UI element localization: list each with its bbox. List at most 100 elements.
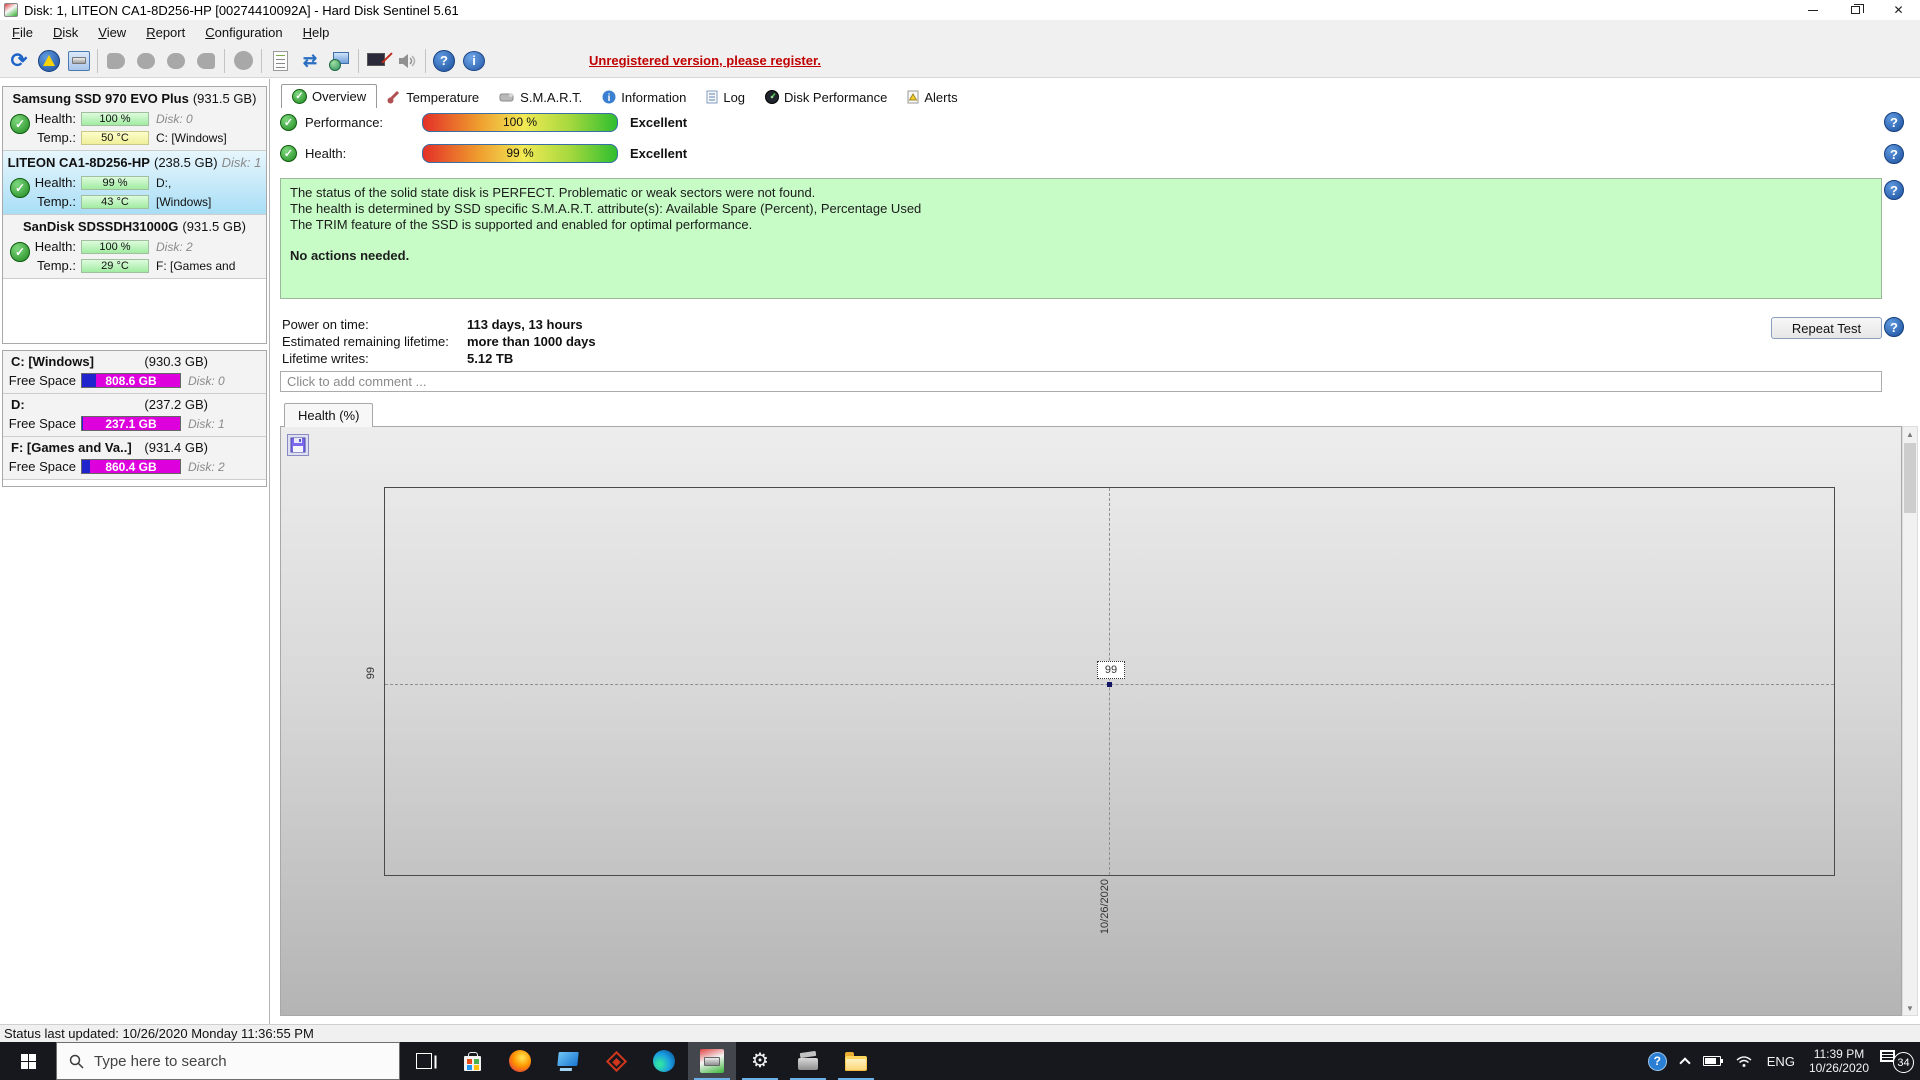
clock-tray-button[interactable]: 11:39 PM 10/26/2020 bbox=[1802, 1042, 1876, 1080]
refresh-icon: ⟳ bbox=[10, 49, 28, 72]
save-icon bbox=[290, 437, 306, 453]
health-bar: 99 % bbox=[81, 175, 149, 190]
settings-button[interactable] bbox=[362, 47, 393, 75]
disk-entry-sandisk[interactable]: SanDisk SDSSDH31000G (931.5 GB) ✓ Health… bbox=[3, 215, 266, 279]
settings-taskbar-button[interactable]: ⚙ bbox=[736, 1042, 784, 1080]
power-on-time-value: 113 days, 13 hours bbox=[467, 317, 583, 332]
disk-name: SanDisk SDSSDH31000G bbox=[23, 218, 179, 234]
file-explorer-button[interactable] bbox=[832, 1042, 880, 1080]
omen-diamond-icon bbox=[605, 1050, 627, 1072]
comment-input[interactable] bbox=[280, 371, 1882, 392]
show-hidden-icons-button[interactable] bbox=[1674, 1042, 1696, 1080]
warning-icon bbox=[38, 49, 60, 72]
language-tray-button[interactable]: ENG bbox=[1760, 1042, 1802, 1080]
partition-name: C: [Windows] bbox=[11, 353, 94, 369]
alerts-icon bbox=[907, 90, 919, 104]
tab-overview[interactable]: ✓ Overview bbox=[281, 84, 378, 108]
network-button[interactable] bbox=[325, 47, 355, 75]
task-view-button[interactable] bbox=[400, 1042, 448, 1080]
vertical-scrollbar[interactable]: ▲ ▼ bbox=[1902, 426, 1918, 1016]
chart-tab-health[interactable]: Health (%) bbox=[284, 403, 374, 427]
microsoft-store-button[interactable] bbox=[448, 1042, 496, 1080]
partition-entry-d[interactable]: D: (237.2 GB) Free Space 237.1 GB Disk: … bbox=[3, 394, 266, 437]
menu-file[interactable]: File bbox=[2, 22, 43, 43]
info-button[interactable]: i bbox=[459, 47, 489, 75]
health-rating: Excellent bbox=[630, 145, 688, 161]
menu-report[interactable]: Report bbox=[136, 22, 195, 43]
restore-button[interactable] bbox=[1834, 0, 1877, 20]
health-value: 99 % bbox=[102, 176, 128, 189]
disk-header: SanDisk SDSSDH31000G (931.5 GB) bbox=[3, 215, 266, 237]
action-center-button[interactable]: 34 bbox=[1876, 1042, 1914, 1080]
menu-disk[interactable]: Disk bbox=[43, 22, 88, 43]
send-report-button[interactable]: ⇄ bbox=[295, 47, 325, 75]
remaining-lifetime-value: more than 1000 days bbox=[467, 334, 596, 349]
disk-entry-samsung[interactable]: Samsung SSD 970 EVO Plus (931.5 GB) ✓ He… bbox=[3, 87, 266, 151]
start-button[interactable] bbox=[0, 1042, 56, 1080]
firefox-icon bbox=[509, 1050, 531, 1072]
partition-size: (930.3 GB) bbox=[144, 353, 208, 369]
display-app-button[interactable] bbox=[544, 1042, 592, 1080]
window-title: Disk: 1, LITEON CA1-8D256-HP [0027441009… bbox=[24, 2, 459, 18]
gear-icon: ⚙ bbox=[751, 1050, 769, 1072]
tab-log[interactable]: Log bbox=[696, 86, 755, 108]
help-button[interactable]: ? bbox=[429, 47, 459, 75]
scroll-down-arrow[interactable]: ▼ bbox=[1903, 1001, 1917, 1015]
free-space-bar: 237.1 GB bbox=[81, 416, 181, 431]
partition-size: (931.4 GB) bbox=[144, 439, 208, 455]
chevron-up-icon bbox=[1679, 1057, 1691, 1069]
register-link[interactable]: Unregistered version, please register. bbox=[589, 53, 821, 68]
scrollbar-thumb[interactable] bbox=[1904, 443, 1916, 513]
toolbar-separator bbox=[97, 48, 98, 73]
menu-configuration[interactable]: Configuration bbox=[195, 22, 292, 43]
scroll-up-arrow[interactable]: ▲ bbox=[1903, 427, 1917, 441]
menu-view[interactable]: View bbox=[88, 22, 136, 43]
hard-disk-sentinel-window: Disk: 1, LITEON CA1-8D256-HP [0027441009… bbox=[0, 0, 1920, 1080]
disk-check-icon bbox=[167, 52, 185, 69]
tab-information[interactable]: i Information bbox=[592, 86, 696, 108]
help-test-icon[interactable]: ? bbox=[1884, 317, 1904, 337]
partition-entry-f[interactable]: F: [Games and Va..] (931.4 GB) Free Spac… bbox=[3, 437, 266, 480]
help-status-icon[interactable]: ? bbox=[1884, 180, 1904, 200]
status-line: The TRIM feature of the SSD is supported… bbox=[290, 217, 753, 232]
tab-label: Temperature bbox=[406, 89, 480, 105]
omen-button[interactable] bbox=[592, 1042, 640, 1080]
help-health-icon[interactable]: ? bbox=[1884, 144, 1904, 164]
battery-tray-button[interactable] bbox=[1696, 1042, 1728, 1080]
disk-overview-button[interactable] bbox=[64, 47, 94, 75]
chart-tab-label: Health (%) bbox=[298, 408, 360, 423]
windows-logo-icon bbox=[20, 1053, 36, 1069]
disk-utility-taskbar-button[interactable] bbox=[784, 1042, 832, 1080]
close-button[interactable]: ✕ bbox=[1877, 0, 1920, 20]
health-label: Health: bbox=[305, 145, 347, 161]
tab-disk-performance[interactable]: Disk Performance bbox=[755, 86, 897, 108]
temp-bar: 50 °C bbox=[81, 130, 149, 145]
information-icon: i bbox=[602, 90, 616, 104]
partition-entry-c[interactable]: C: [Windows] (930.3 GB) Free Space 808.6… bbox=[3, 351, 266, 394]
info-icon: i bbox=[463, 50, 485, 71]
hds-tray-button[interactable]: ? bbox=[1641, 1042, 1674, 1080]
repeat-test-button[interactable]: Repeat Test bbox=[1771, 317, 1882, 339]
sound-button[interactable] bbox=[392, 47, 422, 75]
tab-smart[interactable]: S.M.A.R.T. bbox=[489, 86, 592, 108]
monitor-icon bbox=[557, 1051, 579, 1066]
toolbar: ⟳ ⇄ ? i Unregistered version, please reg… bbox=[0, 44, 1920, 78]
edge-button[interactable] bbox=[640, 1042, 688, 1080]
hard-disk-sentinel-taskbar-button[interactable] bbox=[688, 1042, 736, 1080]
alert-settings-button[interactable] bbox=[34, 47, 64, 75]
taskbar-search[interactable]: Type here to search bbox=[56, 1042, 400, 1080]
help-performance-icon[interactable]: ? bbox=[1884, 112, 1904, 132]
tab-temperature[interactable]: Temperature bbox=[377, 86, 489, 108]
disk-entry-liteon-selected[interactable]: LITEON CA1-8D256-HP (238.5 GB) Disk: 1 ✓… bbox=[3, 151, 266, 215]
menu-help[interactable]: Help bbox=[293, 22, 340, 43]
report-button[interactable] bbox=[265, 47, 295, 75]
clock-date: 10/26/2020 bbox=[1808, 1061, 1869, 1075]
tab-alerts[interactable]: Alerts bbox=[897, 86, 967, 108]
minimize-button[interactable] bbox=[1791, 0, 1834, 20]
network-tray-button[interactable] bbox=[1728, 1042, 1760, 1080]
refresh-button[interactable]: ⟳ bbox=[4, 47, 34, 75]
performance-label: Performance: bbox=[305, 114, 384, 130]
notification-count-badge: 34 bbox=[1893, 1052, 1914, 1073]
firefox-button[interactable] bbox=[496, 1042, 544, 1080]
save-chart-button[interactable] bbox=[287, 434, 309, 456]
